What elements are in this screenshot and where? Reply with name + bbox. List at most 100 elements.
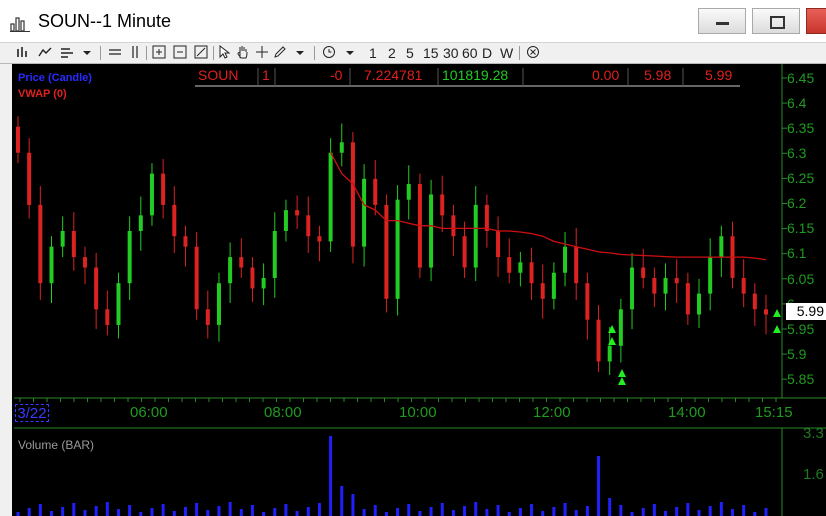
volume-bar: [306, 507, 310, 516]
time-tick: 14:00: [668, 404, 706, 421]
volume-bar: [273, 508, 277, 516]
candle-body: [585, 283, 590, 320]
volume-bar: [83, 510, 87, 516]
volume-bars-layer: [16, 436, 768, 516]
volume-tick: 3.3: [803, 425, 824, 442]
volume-bar: [228, 502, 232, 516]
volume-bar: [664, 511, 668, 516]
quote-ask: 5.99: [705, 67, 733, 83]
candle-body: [82, 257, 87, 268]
candle-body: [38, 204, 43, 284]
quote-bid: 5.98: [644, 67, 672, 83]
chart-frame: [14, 64, 826, 516]
volume-bar: [139, 512, 143, 516]
candle-body: [149, 173, 154, 216]
volume-bar: [250, 505, 254, 516]
volume-bar: [541, 511, 545, 516]
price-tick: 6.2: [787, 195, 807, 211]
candle-body: [663, 277, 668, 294]
candle-body: [261, 277, 266, 289]
buy-signal-arrow: [608, 325, 616, 333]
candle-body: [507, 257, 512, 273]
candle-body: [94, 267, 99, 310]
volume-bar: [742, 505, 746, 516]
volume-bar: [652, 504, 656, 516]
candle-body: [574, 246, 579, 284]
price-tick: 6.4: [787, 95, 807, 111]
volume-bar: [329, 436, 333, 516]
volume-bar: [597, 456, 601, 516]
price-tick: 6.15: [787, 220, 815, 236]
price-tick: 6.1: [787, 245, 807, 261]
candles-layer: [16, 116, 781, 385]
legend-vwap: VWAP (0): [18, 88, 67, 100]
volume-bar: [38, 504, 42, 516]
volume-bar: [552, 507, 556, 516]
candle-body: [451, 215, 456, 237]
quote-change: -0: [330, 67, 343, 83]
volume-bar: [407, 504, 411, 516]
volume-bar: [585, 506, 589, 516]
candle-body: [317, 236, 322, 242]
volume-bar: [719, 502, 723, 516]
candle-body: [228, 257, 233, 284]
volume-bar: [675, 507, 679, 516]
volume-bar: [49, 511, 53, 516]
candle-body: [563, 246, 568, 273]
price-tick: 5.95: [787, 321, 815, 337]
volume-tick: 1.6: [803, 466, 824, 483]
candle-body: [484, 204, 489, 231]
volume-bar: [340, 486, 344, 516]
time-tick: 08:00: [264, 404, 302, 421]
candle-body: [194, 246, 199, 310]
quote-value: 7.224781: [364, 67, 423, 83]
volume-bar: [72, 503, 76, 516]
volume-bar: [384, 512, 388, 516]
volume-bar: [206, 510, 210, 516]
candle-body: [362, 178, 367, 247]
volume-bar: [708, 506, 712, 516]
candle-body: [105, 309, 110, 325]
volume-bar: [496, 505, 500, 516]
buy-signal-arrow: [773, 325, 781, 333]
candle-body: [551, 272, 556, 299]
volume-bar: [94, 506, 98, 516]
volume-bar: [429, 507, 433, 516]
volume-bar: [150, 508, 154, 516]
candle-body: [607, 345, 612, 362]
candle-body: [462, 236, 467, 268]
candle-body: [741, 277, 746, 294]
candle-body: [138, 215, 143, 231]
volume-bar: [418, 511, 422, 516]
candle-body: [652, 277, 657, 294]
legend-price: Price (Candle): [18, 72, 92, 84]
volume-bar: [485, 509, 489, 516]
candle-body: [641, 267, 646, 278]
volume-bar: [474, 502, 478, 516]
volume-bar: [697, 510, 701, 516]
quote-volume: 101819.28: [442, 67, 509, 83]
candle-body: [60, 231, 65, 247]
candle-body: [328, 152, 333, 242]
candle-body: [216, 283, 221, 325]
volume-panel-label: Volume (BAR): [18, 438, 95, 452]
candle-body: [473, 204, 478, 268]
candle-body: [764, 309, 768, 315]
volume-bar: [128, 505, 132, 516]
candle-body: [272, 231, 277, 278]
candle-body: [49, 246, 54, 284]
volume-bar: [764, 508, 768, 516]
volume-bar: [161, 504, 165, 516]
volume-bar: [563, 503, 567, 516]
price-tick: 6.35: [787, 120, 815, 136]
candle-body: [116, 283, 121, 325]
candle-body: [496, 231, 501, 258]
time-tick: 10:00: [399, 404, 437, 421]
volume-bar: [351, 494, 355, 516]
quote-symbol: SOUN: [198, 67, 239, 83]
volume-bar: [217, 506, 221, 516]
price-tick: 5.9: [787, 346, 807, 362]
volume-bar: [105, 502, 109, 516]
candle-body: [306, 215, 311, 237]
price-tick: 6.3: [787, 145, 807, 161]
